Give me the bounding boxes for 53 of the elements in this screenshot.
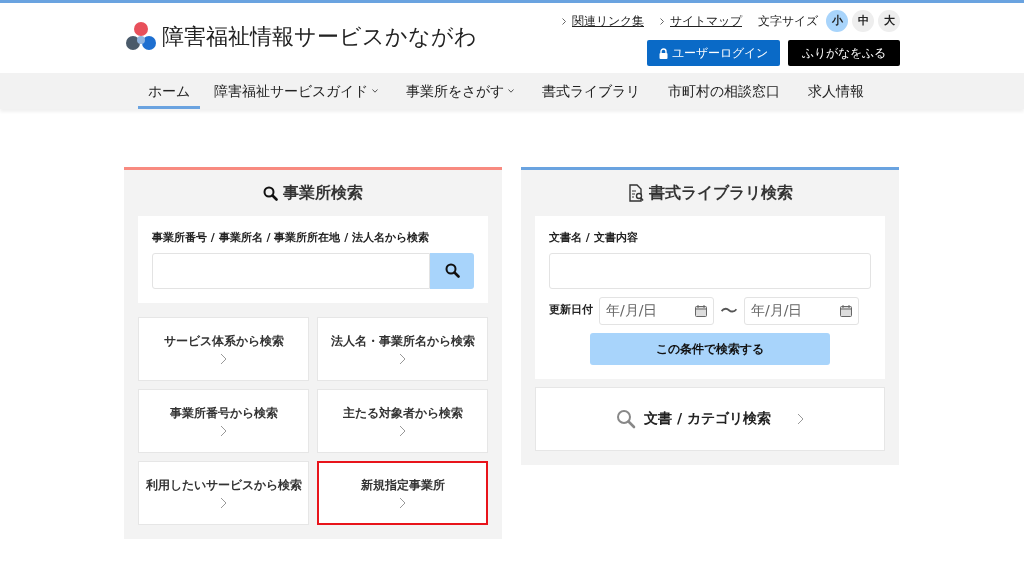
date-label: 更新日付	[549, 302, 593, 319]
search-icon	[616, 408, 637, 429]
search-option-tile[interactable]: 事業所番号から検索	[138, 388, 309, 453]
search-option-tile[interactable]: 新規指定事業所	[317, 460, 488, 525]
document-search-icon	[627, 184, 644, 202]
chevron-right-icon	[220, 353, 227, 365]
font-size-label: 文字サイズ	[758, 13, 818, 30]
font-size-option[interactable]: 小	[826, 10, 848, 32]
logo-icon	[124, 19, 158, 53]
font-size-option[interactable]: 中	[852, 10, 874, 32]
nav-tab[interactable]: 書式ライブラリ	[528, 73, 654, 109]
date-field[interactable]: 年/月/日	[599, 296, 714, 325]
search-field[interactable]	[152, 252, 430, 289]
chevron-right-icon	[660, 17, 664, 25]
chevron-right-icon	[562, 17, 566, 25]
chevron-right-icon	[399, 425, 406, 437]
category-search-link[interactable]: 文書 / カテゴリ検索	[535, 386, 885, 451]
field-label: 事業所番号 / 事業所名 / 事業所所在地 / 法人名から検索	[152, 230, 431, 246]
site-title[interactable]: 障害福祉情報サービスかながわ	[162, 19, 477, 53]
search-option-tile[interactable]: 法人名・事業所名から検索	[317, 316, 488, 381]
nav-tab[interactable]: ホーム	[138, 73, 200, 109]
search-icon	[263, 185, 278, 201]
document-field[interactable]	[549, 252, 871, 289]
nav-tab[interactable]: 求人情報	[794, 73, 878, 109]
lock-icon	[659, 47, 668, 59]
link[interactable]: 関連リンク集	[572, 12, 644, 30]
caret-down-icon	[508, 89, 514, 93]
link[interactable]: サイトマップ	[670, 12, 742, 30]
chevron-right-icon	[220, 425, 227, 437]
font-size-option[interactable]: 大	[878, 10, 900, 32]
search-button[interactable]	[430, 252, 474, 289]
chevron-right-icon	[796, 412, 804, 425]
calendar-icon	[840, 304, 852, 317]
chevron-right-icon	[399, 353, 406, 365]
search-option-tile[interactable]: 利用したいサービスから検索	[138, 460, 309, 525]
search-submit-button[interactable]: この条件で検索する	[590, 332, 830, 365]
search-icon	[444, 263, 460, 278]
panel-title: 事業所検索	[283, 182, 363, 204]
calendar-icon	[695, 304, 707, 317]
chevron-right-icon	[399, 497, 406, 509]
search-option-tile[interactable]: サービス体系から検索	[138, 316, 309, 381]
nav-tab[interactable]: 市町村の相談窓口	[654, 73, 794, 109]
date-field[interactable]: 年/月/日	[744, 296, 859, 325]
nav-tab[interactable]: 事業所をさがす	[392, 73, 528, 109]
caret-down-icon	[372, 89, 378, 93]
login-button[interactable]: ユーザーログイン	[647, 40, 780, 66]
furigana-button[interactable]: ふりがなをふる	[788, 40, 900, 66]
search-option-tile[interactable]: 主たる対象者から検索	[317, 388, 488, 453]
nav-tab[interactable]: 障害福祉サービスガイド	[200, 73, 392, 109]
field-label: 文書名 / 文書内容	[549, 230, 639, 246]
panel-title: 書式ライブラリ検索	[648, 182, 793, 204]
chevron-right-icon	[220, 497, 227, 509]
range-mark: 〜	[720, 299, 738, 323]
